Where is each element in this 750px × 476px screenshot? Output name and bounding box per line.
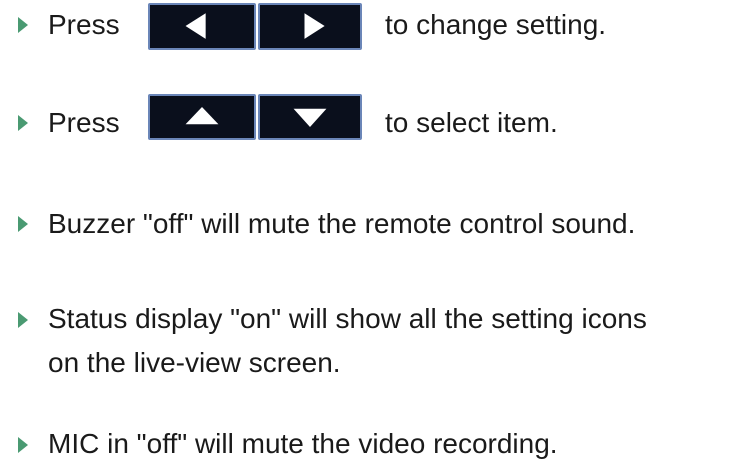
instruction-suffix: to select item. [385,107,558,138]
instruction-text: Buzzer "off" will mute the remote contro… [48,208,636,239]
down-arrow-icon [293,108,327,128]
instruction-text: MIC in "off" will mute the video recordi… [48,428,558,459]
instruction-text-line1: Status display "on" will show all the se… [48,303,647,334]
instruction-suffix: to change setting. [385,9,607,40]
bullet-icon [18,312,28,328]
bullet-icon [18,17,28,33]
up-arrow-icon [185,106,219,125]
down-arrow-key [258,94,362,140]
right-arrow-key [258,3,362,50]
bullet-icon [18,437,28,453]
bullet-icon [18,216,28,232]
right-arrow-icon [304,13,325,39]
bullet-icon [18,115,28,131]
instruction-prefix: Press [48,107,120,138]
up-arrow-key [148,94,256,140]
instruction-prefix: Press [48,9,120,40]
instruction-text-line2: on the live-view screen. [48,347,341,378]
left-arrow-key [148,3,256,50]
left-arrow-icon [185,13,206,39]
